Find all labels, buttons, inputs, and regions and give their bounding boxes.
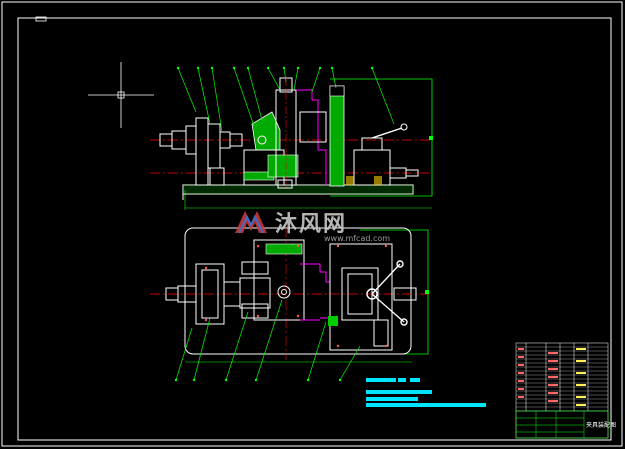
crosshair-cursor-icon <box>88 62 154 128</box>
bom-yellow-marks <box>576 348 586 406</box>
watermark-url: www.mfcad.com <box>324 234 391 243</box>
title-block-caption: 夹具装配图 <box>586 422 617 429</box>
bom-rows <box>516 346 608 408</box>
technical-notes <box>366 378 486 407</box>
front-view <box>150 66 433 210</box>
plan-view <box>150 227 430 382</box>
watermark-logo-icon <box>235 211 267 234</box>
